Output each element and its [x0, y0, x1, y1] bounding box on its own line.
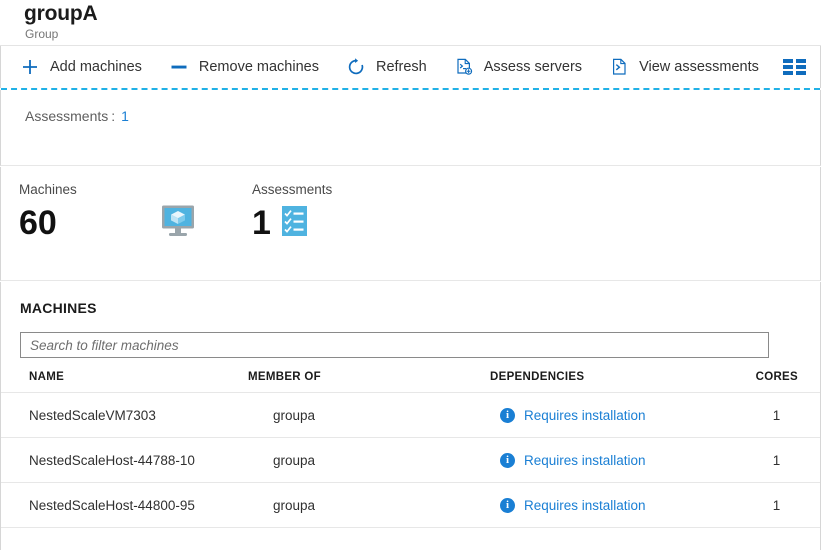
page-subtitle: Group [25, 27, 59, 41]
requires-installation-link[interactable]: Requires installation [524, 498, 646, 513]
grid-cell [783, 65, 793, 69]
machines-tile[interactable]: Machines 60 [19, 182, 229, 243]
view-assessments-button[interactable]: View assessments [608, 46, 759, 88]
add-machines-button[interactable]: Add machines [19, 46, 142, 88]
dependency-status: i Requires installation [500, 497, 733, 513]
plus-icon [19, 56, 41, 78]
cell-cores: 1 [733, 392, 820, 438]
command-toolbar: Add machines Remove machines Refresh Ass… [0, 46, 821, 88]
assessments-facet-separator: : [111, 108, 116, 124]
table-row[interactable]: NestedScaleHost-44788-10 groupa i Requir… [1, 437, 820, 483]
machines-tile-value: 60 [19, 204, 57, 242]
machines-section: MACHINES NAME MEMBER OF DEPENDENCIES COR… [0, 282, 821, 550]
table-row[interactable]: NestedScaleHost-44800-95 groupa i Requir… [1, 482, 820, 528]
assessments-facet-label: Assessments [25, 108, 109, 124]
assessments-tile-label: Assessments [252, 182, 333, 197]
column-header-member-of[interactable]: MEMBER OF [248, 371, 490, 393]
blade-header: groupA Group [0, 0, 821, 46]
cell-dependencies: i Requires installation [490, 437, 733, 483]
dependency-status: i Requires installation [500, 407, 733, 423]
requires-installation-link[interactable]: Requires installation [524, 408, 646, 423]
checklist-icon [281, 205, 308, 242]
machines-tile-body: 60 [19, 203, 229, 243]
grid-cell [796, 65, 806, 69]
requires-installation-link[interactable]: Requires installation [524, 453, 646, 468]
grid-cell [783, 59, 793, 63]
cell-machine-name[interactable]: NestedScaleHost-44788-10 [1, 437, 248, 483]
dependency-status: i Requires installation [500, 452, 733, 468]
machines-section-title: MACHINES [20, 300, 97, 316]
cell-member-of: groupa [248, 482, 490, 528]
table-row[interactable]: NestedScaleVM7303 groupa i Requires inst… [1, 392, 820, 438]
info-icon: i [500, 407, 515, 423]
view-assessments-icon [608, 56, 630, 78]
assess-servers-button[interactable]: Assess servers [453, 46, 582, 88]
machines-table-head: NAME MEMBER OF DEPENDENCIES CORES [1, 371, 820, 393]
azure-migrate-group-blade: groupA Group Add machines Remove machine… [0, 0, 821, 550]
view-assessments-label: View assessments [639, 59, 759, 75]
cell-machine-name[interactable]: NestedScaleVM7303 [1, 392, 248, 438]
summary-tiles: Machines 60 Assessments 1 [0, 167, 821, 281]
cell-cores: 1 [733, 482, 820, 528]
remove-machines-label: Remove machines [198, 59, 319, 75]
grid-cell [796, 59, 806, 63]
info-icon: i [500, 497, 515, 513]
cell-member-of: groupa [248, 392, 490, 438]
cell-dependencies: i Requires installation [490, 392, 733, 438]
grid-view-icon[interactable] [783, 59, 806, 75]
table-header-row: NAME MEMBER OF DEPENDENCIES CORES [1, 371, 820, 393]
minus-icon [168, 56, 190, 78]
monitor-box-icon [159, 204, 197, 243]
assessments-tile[interactable]: Assessments 1 [252, 182, 402, 243]
column-header-cores[interactable]: CORES [733, 371, 820, 393]
grid-cell [783, 71, 793, 75]
refresh-label: Refresh [375, 59, 427, 75]
column-header-dependencies[interactable]: DEPENDENCIES [490, 371, 733, 393]
grid-cell [796, 71, 806, 75]
refresh-icon [345, 56, 367, 78]
assessments-facet-value[interactable]: 1 [121, 108, 129, 124]
refresh-button[interactable]: Refresh [345, 46, 427, 88]
cell-machine-name[interactable]: NestedScaleHost-44800-95 [1, 482, 248, 528]
info-icon: i [500, 452, 515, 468]
cell-cores: 1 [733, 437, 820, 483]
cell-member-of: groupa [248, 437, 490, 483]
assessments-facet[interactable]: Assessments:1 [25, 108, 129, 124]
filter-summary-row: Assessments:1 [0, 90, 821, 166]
machines-table-body: NestedScaleVM7303 groupa i Requires inst… [1, 392, 820, 528]
add-machines-label: Add machines [50, 59, 142, 75]
toolbar-right-group [783, 46, 806, 88]
remove-machines-button[interactable]: Remove machines [168, 46, 319, 88]
assess-servers-label: Assess servers [483, 59, 583, 75]
assess-servers-icon [453, 56, 475, 78]
assessments-tile-body: 1 [252, 203, 402, 243]
machines-table: NAME MEMBER OF DEPENDENCIES CORES Nested… [1, 371, 820, 528]
machines-tile-label: Machines [19, 182, 77, 197]
column-header-name[interactable]: NAME [1, 371, 248, 393]
page-title: groupA [24, 2, 98, 25]
cell-dependencies: i Requires installation [490, 482, 733, 528]
search-input[interactable] [20, 332, 769, 358]
assessments-tile-value: 1 [252, 204, 271, 242]
